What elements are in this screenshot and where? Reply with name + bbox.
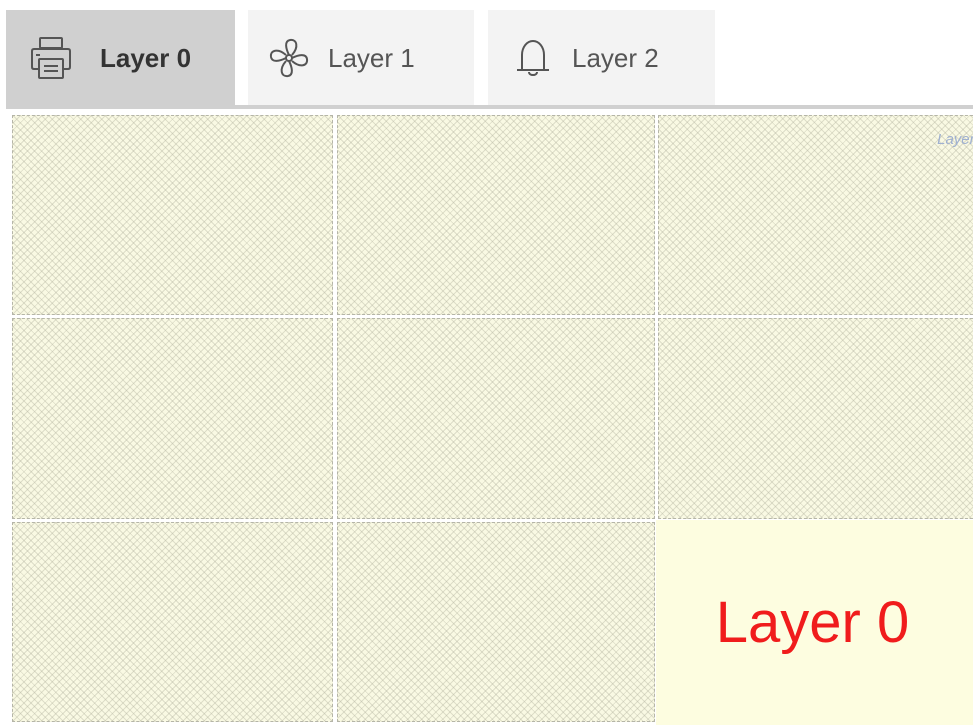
grid-cell[interactable] (337, 522, 655, 722)
tab-layer-2[interactable]: Layer 2 (488, 10, 715, 106)
tab-label: Layer 0 (100, 42, 192, 73)
active-grid-cell[interactable]: Layer 0 (656, 520, 973, 725)
fan-icon (262, 31, 316, 85)
tab-layer-1[interactable]: Layer 1 (248, 10, 474, 106)
tab-layer-0[interactable]: Layer 0 (6, 10, 235, 106)
grid-cell[interactable] (658, 318, 973, 519)
tab-divider (6, 105, 973, 109)
active-layer-label: Layer 0 (715, 590, 910, 655)
tab-bar: Layer 0 Layer 1 Layer 2 (0, 0, 973, 110)
grid-cell[interactable] (337, 318, 655, 519)
grid-cell[interactable] (12, 522, 333, 722)
grid-cell[interactable] (12, 318, 333, 519)
layer-watermark-label: Layer0 (937, 131, 973, 148)
bell-icon (506, 31, 560, 85)
tab-label: Layer 2 (572, 42, 659, 73)
grid-cell[interactable] (337, 115, 655, 315)
layer-grid: Layer0 Layer 0 (8, 112, 973, 725)
printer-icon (24, 31, 78, 85)
grid-cell[interactable] (12, 115, 333, 315)
tab-label: Layer 1 (328, 42, 415, 73)
grid-cell[interactable]: Layer0 (658, 115, 973, 315)
